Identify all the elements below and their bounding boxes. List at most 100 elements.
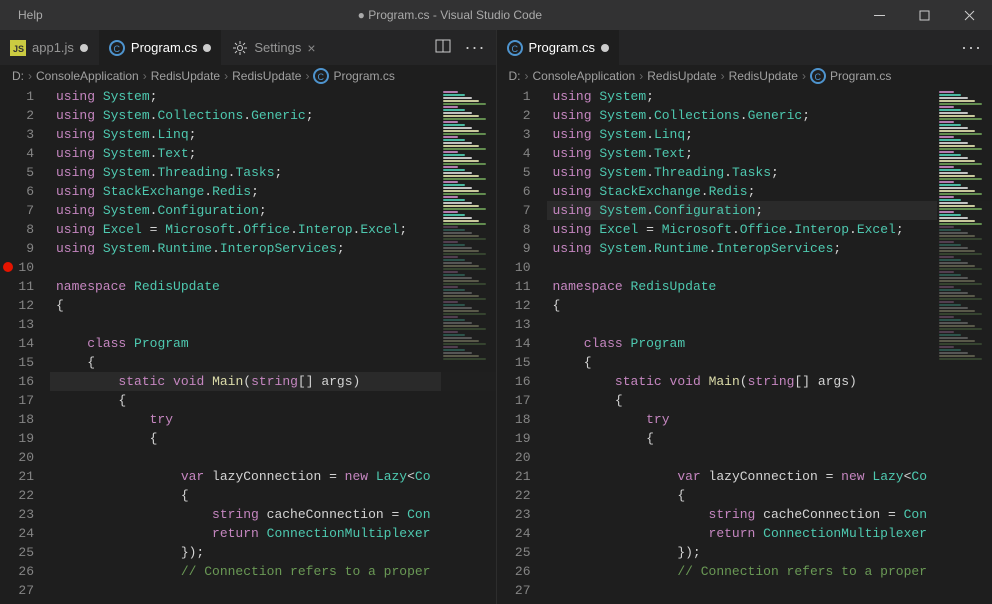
code-line[interactable]: using System.Collections.Generic;	[547, 106, 992, 125]
code-line[interactable]: {	[50, 391, 496, 410]
line-number[interactable]: 17	[0, 391, 34, 410]
line-number[interactable]: 9	[497, 239, 531, 258]
breadcrumb-segment[interactable]: RedisUpdate	[647, 69, 716, 83]
line-number[interactable]: 3	[0, 125, 34, 144]
line-number[interactable]: 11	[497, 277, 531, 296]
line-number[interactable]: 26	[497, 562, 531, 581]
line-number[interactable]: 22	[497, 486, 531, 505]
line-number[interactable]: 26	[0, 562, 34, 581]
text-editor[interactable]: 1234567891011121314151617181920212223242…	[497, 87, 992, 604]
line-number[interactable]: 7	[497, 201, 531, 220]
code-line[interactable]	[50, 448, 496, 467]
code-line[interactable]: using System.Runtime.InteropServices;	[547, 239, 992, 258]
code-line[interactable]: using StackExchange.Redis;	[50, 182, 496, 201]
code-line[interactable]	[547, 448, 992, 467]
breadcrumb-segment[interactable]: RedisUpdate	[232, 69, 301, 83]
code-line[interactable]: using Excel = Microsoft.Office.Interop.E…	[50, 220, 496, 239]
breadcrumb[interactable]: D:›ConsoleApplication›RedisUpdate›RedisU…	[497, 65, 992, 87]
line-number[interactable]: 5	[497, 163, 531, 182]
line-number[interactable]: 10	[497, 258, 531, 277]
line-number-gutter[interactable]: 1234567891011121314151617181920212223242…	[497, 87, 547, 604]
line-number[interactable]: 18	[0, 410, 34, 429]
code-line[interactable]: static void Main(string[] args)	[50, 372, 496, 391]
code-line[interactable]: return ConnectionMultiplexer	[50, 524, 496, 543]
line-number[interactable]: 11	[0, 277, 34, 296]
line-number[interactable]: 20	[0, 448, 34, 467]
code-line[interactable]: class Program	[50, 334, 496, 353]
line-number[interactable]: 21	[497, 467, 531, 486]
code-line[interactable]: string cacheConnection = Con	[50, 505, 496, 524]
line-number[interactable]: 8	[497, 220, 531, 239]
line-number[interactable]: 13	[0, 315, 34, 334]
line-number[interactable]: 4	[497, 144, 531, 163]
code-line[interactable]: class Program	[547, 334, 992, 353]
breadcrumb-segment[interactable]: ConsoleApplication	[533, 69, 636, 83]
more-actions-icon[interactable]: ···	[465, 37, 486, 58]
line-number[interactable]: 19	[0, 429, 34, 448]
code-line[interactable]	[547, 258, 992, 277]
tab-app1-js[interactable]: JSapp1.js	[0, 30, 99, 65]
code-line[interactable]: using System.Runtime.InteropServices;	[50, 239, 496, 258]
code-line[interactable]: using System;	[547, 87, 992, 106]
code-line[interactable]	[50, 315, 496, 334]
code-line[interactable]: namespace RedisUpdate	[547, 277, 992, 296]
code-line[interactable]	[50, 258, 496, 277]
line-number[interactable]: 23	[0, 505, 34, 524]
breadcrumb-segment[interactable]: D:	[509, 69, 521, 83]
line-number[interactable]: 2	[0, 106, 34, 125]
code-line[interactable]: // Connection refers to a proper	[50, 562, 496, 581]
code-content[interactable]: using System;using System.Collections.Ge…	[50, 87, 496, 604]
code-line[interactable]: using System.Threading.Tasks;	[50, 163, 496, 182]
code-line[interactable]: var lazyConnection = new Lazy<Co	[50, 467, 496, 486]
line-number[interactable]: 16	[497, 372, 531, 391]
line-number[interactable]: 25	[497, 543, 531, 562]
code-line[interactable]: using Excel = Microsoft.Office.Interop.E…	[547, 220, 992, 239]
line-number[interactable]: 15	[497, 353, 531, 372]
code-line[interactable]: using StackExchange.Redis;	[547, 182, 992, 201]
line-number[interactable]: 27	[0, 581, 34, 600]
line-number[interactable]: 24	[0, 524, 34, 543]
code-line[interactable]: {	[547, 391, 992, 410]
line-number[interactable]: 25	[0, 543, 34, 562]
code-line[interactable]: {	[547, 296, 992, 315]
code-line[interactable]: using System.Configuration;	[50, 201, 496, 220]
code-line[interactable]	[50, 581, 496, 600]
close-tab-icon[interactable]: ×	[307, 40, 315, 56]
line-number[interactable]: 13	[497, 315, 531, 334]
code-line[interactable]: static void Main(string[] args)	[547, 372, 992, 391]
line-number[interactable]: 12	[0, 296, 34, 315]
code-content[interactable]: using System;using System.Collections.Ge…	[547, 87, 992, 604]
code-line[interactable]: return ConnectionMultiplexer	[547, 524, 992, 543]
line-number[interactable]: 6	[0, 182, 34, 201]
code-line[interactable]	[547, 581, 992, 600]
breakpoint-icon[interactable]	[3, 262, 13, 272]
line-number[interactable]: 2	[497, 106, 531, 125]
breadcrumb-segment[interactable]: ConsoleApplication	[36, 69, 139, 83]
line-number[interactable]: 14	[0, 334, 34, 353]
line-number[interactable]: 27	[497, 581, 531, 600]
code-line[interactable]: using System.Threading.Tasks;	[547, 163, 992, 182]
code-line[interactable]: {	[50, 353, 496, 372]
line-number[interactable]: 24	[497, 524, 531, 543]
code-line[interactable]: {	[547, 429, 992, 448]
code-line[interactable]: using System.Collections.Generic;	[50, 106, 496, 125]
code-line[interactable]: using System.Linq;	[50, 125, 496, 144]
line-number[interactable]: 1	[497, 87, 531, 106]
code-line[interactable]: using System;	[50, 87, 496, 106]
line-number[interactable]: 19	[497, 429, 531, 448]
line-number[interactable]: 3	[497, 125, 531, 144]
code-line[interactable]: });	[50, 543, 496, 562]
minimap[interactable]	[441, 87, 496, 604]
maximize-button[interactable]	[902, 0, 947, 30]
code-line[interactable]: });	[547, 543, 992, 562]
line-number[interactable]: 28	[497, 600, 531, 604]
line-number-gutter[interactable]: 1234567891011121314151617181920212223242…	[0, 87, 50, 604]
line-number[interactable]: 7	[0, 201, 34, 220]
close-button[interactable]	[947, 0, 992, 30]
line-number[interactable]: 21	[0, 467, 34, 486]
text-editor[interactable]: 1234567891011121314151617181920212223242…	[0, 87, 496, 604]
code-line[interactable]: string cacheConnection = Con	[547, 505, 992, 524]
menu-help[interactable]: Help	[18, 8, 43, 22]
code-line[interactable]: {	[547, 486, 992, 505]
code-line[interactable]: using System.Text;	[547, 144, 992, 163]
